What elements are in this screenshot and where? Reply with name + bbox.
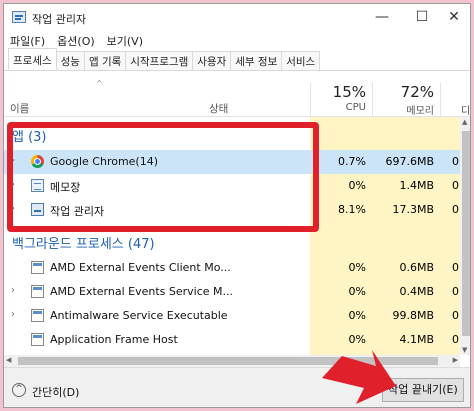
red-arrow-shape bbox=[322, 350, 396, 404]
task-manager-window: 작업 관리자 — ☐ ✕ 파일(F) 옵션(O) 보기(V) 프로세스 성능 앱… bbox=[3, 3, 471, 408]
red-arrow-annotation bbox=[322, 350, 396, 404]
